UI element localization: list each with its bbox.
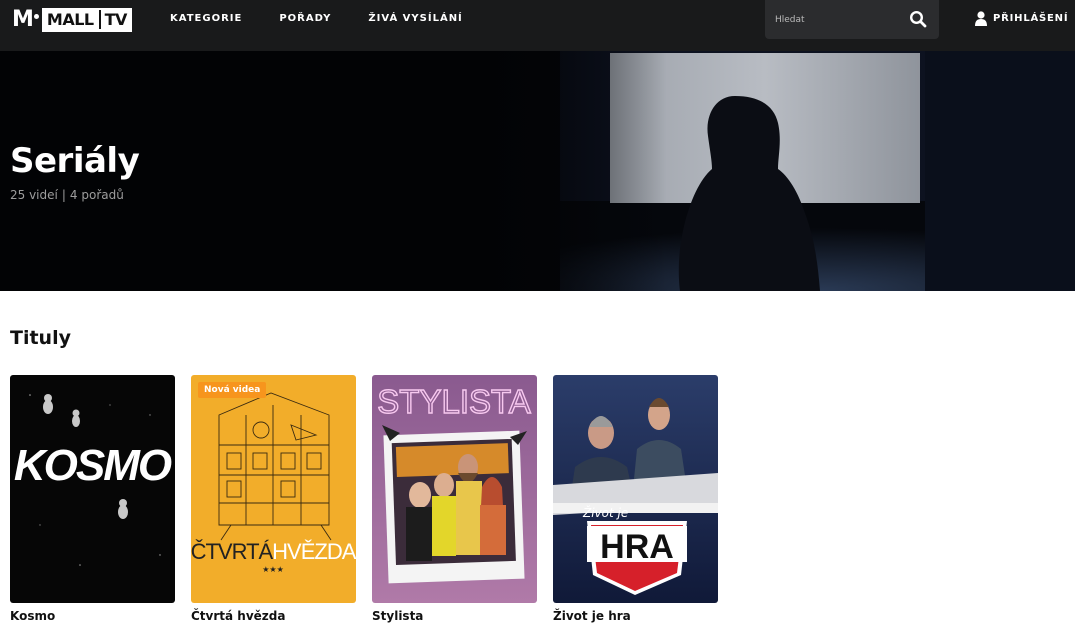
login-label: PŘIHLÁŠENÍ	[993, 13, 1069, 24]
top-navigation-bar: M MALL TV KATEGORIE POŘADY ŽIVÁ VYSÍLÁNÍ…	[0, 0, 1075, 51]
poster-stylista[interactable]: STYLISTA	[372, 375, 537, 603]
new-videos-badge: Nová videa	[198, 382, 267, 398]
logo-text: MALL	[46, 10, 94, 29]
hero-background-image	[0, 51, 1075, 291]
poster-ctvrta-hvezda[interactable]: ČTVRTÁHVĚZDA ★★★ Nová videa	[191, 375, 356, 603]
login-button[interactable]: PŘIHLÁŠENÍ	[975, 11, 1068, 26]
video-count: 25 videí	[10, 188, 58, 202]
hra-poster-title: HRA	[600, 528, 674, 566]
logo-tv-text: TV	[98, 10, 127, 29]
card-title[interactable]: Stylista	[372, 609, 537, 623]
kosmo-poster-title: KOSMO	[14, 441, 172, 490]
main-nav: KATEGORIE POŘADY ŽIVÁ VYSÍLÁNÍ	[170, 13, 500, 24]
user-icon	[975, 11, 987, 26]
show-card-kosmo[interactable]: KOSMO Kosmo	[10, 375, 175, 623]
hvezda-poster-word-b: HVĚZDA	[272, 539, 356, 564]
logo-dot	[33, 14, 39, 19]
hra-poster-art: Život je HRA	[553, 375, 718, 603]
card-title[interactable]: Čtvrtá hvězda	[191, 609, 356, 623]
poster-zivot-je-hra[interactable]: Život je HRA	[553, 375, 718, 603]
hero-banner: Seriály 25 videí | 4 pořadů	[0, 51, 1075, 291]
hvezda-poster-word-a: ČTVRTÁ	[191, 539, 273, 564]
show-card-zivot-je-hra[interactable]: Život je HRA Život je hra	[553, 375, 718, 623]
show-count: 4 pořadů	[69, 188, 124, 202]
stars-icon: ★★★	[262, 565, 284, 574]
show-card-ctvrta-hvezda[interactable]: ČTVRTÁHVĚZDA ★★★ Nová videa Čtvrtá hvězd…	[191, 375, 356, 623]
mall-tv-logo[interactable]: M MALL TV	[12, 7, 132, 32]
stylista-poster-art: STYLISTA	[372, 375, 537, 603]
nav-kategorie[interactable]: KATEGORIE	[170, 13, 242, 24]
hvezda-poster-art: ČTVRTÁHVĚZDA ★★★	[191, 375, 356, 603]
card-title[interactable]: Život je hra	[553, 609, 718, 623]
kosmo-poster-art: KOSMO	[10, 375, 175, 603]
search-box	[765, 0, 939, 39]
show-card-stylista[interactable]: STYLISTA Stylista	[372, 375, 537, 623]
poster-kosmo[interactable]: KOSMO	[10, 375, 175, 603]
page-title: Seriály	[10, 141, 140, 181]
hero-stats: 25 videí | 4 pořadů	[10, 188, 124, 202]
stylista-poster-title: STYLISTA	[377, 383, 530, 420]
nav-porady[interactable]: POŘADY	[279, 13, 331, 24]
search-input[interactable]	[775, 14, 905, 25]
card-title[interactable]: Kosmo	[10, 609, 175, 623]
nav-ziva-vysilani[interactable]: ŽIVÁ VYSÍLÁNÍ	[368, 13, 462, 24]
search-icon[interactable]	[909, 10, 927, 28]
logo-m-icon: M	[12, 7, 34, 32]
titles-list: KOSMO Kosmo ČTVRTÁHVĚZDA ★★★ Nová videa …	[10, 375, 734, 623]
logo-wordmark: MALL TV	[41, 7, 132, 32]
separator: |	[61, 188, 66, 202]
hra-poster-subtitle: Život je	[582, 505, 628, 520]
section-title: Tituly	[10, 327, 71, 349]
svg-text:ČTVRTÁHVĚZDA: ČTVRTÁHVĚZDA	[191, 539, 356, 564]
